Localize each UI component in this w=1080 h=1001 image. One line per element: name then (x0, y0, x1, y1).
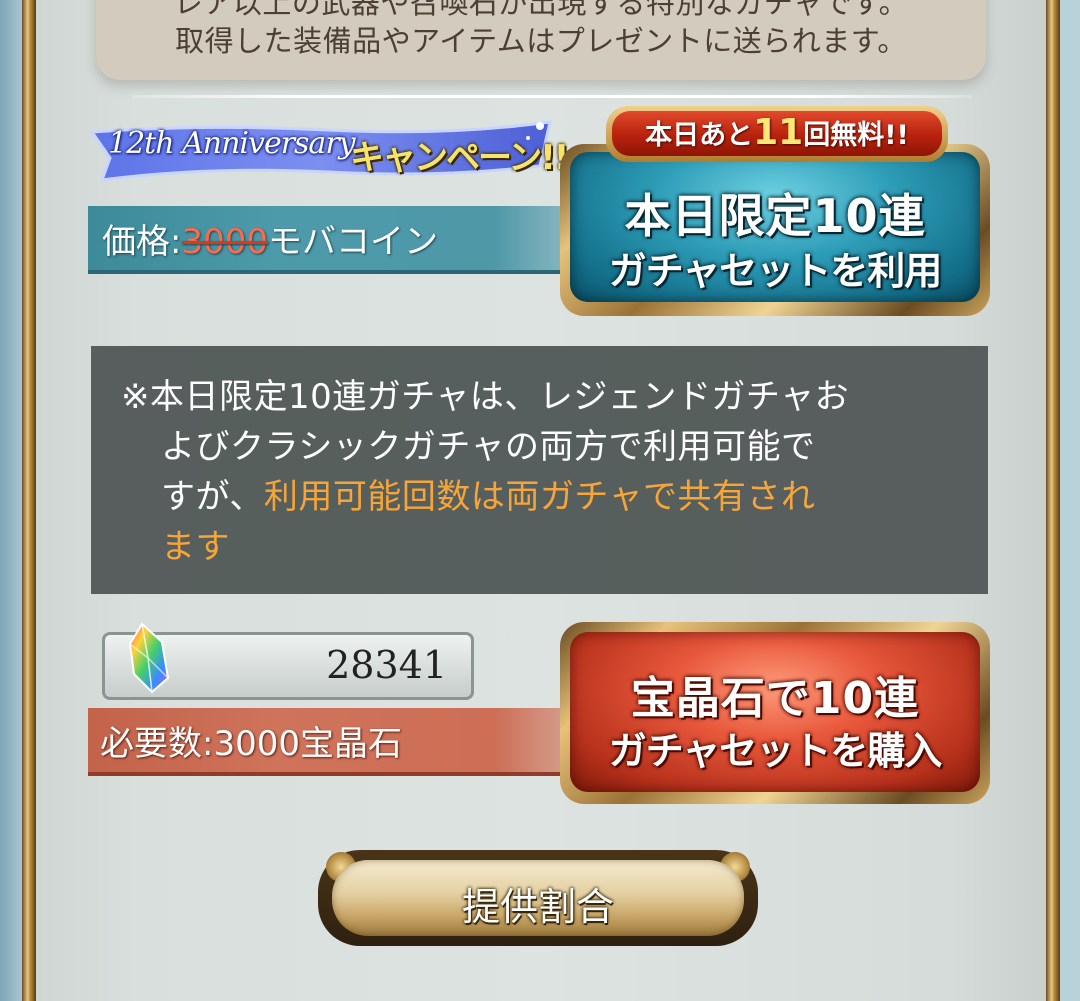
daily-button-line-1: 本日限定10連 (624, 189, 926, 243)
drop-rates-label: 提供割合 (461, 885, 614, 929)
notice-text: ※本日限定10連ガチャは、レジェンドガチャお よびクラシックガチャの両方で利用可… (121, 372, 961, 572)
free-badge-text: 本日あと11回無料!! (612, 111, 942, 156)
gacha-description-box: レア以上の武器や召喚石が出現する特別なガチャです。 取得した装備品やアイテムはプ… (96, 0, 986, 80)
price-prefix: 価格: (102, 222, 182, 262)
crystal-gem-icon (128, 622, 170, 694)
daily-10-draw-button[interactable]: 本日限定10連 ガチャセットを利用 (570, 152, 980, 302)
purchase-10-draw-button[interactable]: 宝晶石で10連 ガチャセットを購入 (570, 632, 980, 792)
price-original-struck: 3000 (181, 222, 268, 262)
section-divider (132, 95, 972, 98)
notice-line-3-highlight: 利用可能回数は両ガチャで共有され (263, 477, 816, 517)
price-unit: モバコイン (268, 222, 438, 262)
free-remaining-badge: 本日あと11回無料!! (606, 106, 948, 162)
campaign-label: キャンペーン!! (350, 138, 569, 178)
anniversary-label: 12th Anniversary (108, 126, 356, 161)
shared-usage-notice: ※本日限定10連ガチャは、レジェンドガチャお よびクラシックガチャの両方で利用可… (91, 346, 988, 594)
description-line-2: 取得した装備品やアイテムはプレゼントに送られます。 (175, 24, 907, 58)
free-badge-count: 11 (753, 112, 804, 153)
right-frame-border (1046, 0, 1060, 1001)
notice-line-4-highlight: ます (161, 527, 230, 567)
purchase-button-line-1: 宝晶石で10連 (630, 673, 920, 724)
free-badge-prefix: 本日あと (645, 120, 754, 151)
drop-rates-button[interactable]: 提供割合 (332, 860, 744, 936)
gem-count: 28341 (326, 643, 447, 687)
requirement-text: 必要数:3000宝晶石 (100, 724, 402, 764)
price-bar: 価格:3000モバコイン (88, 206, 566, 274)
free-badge-suffix: 回無料!! (803, 120, 909, 151)
price-text: 価格:3000モバコイン (102, 214, 438, 263)
notice-line-3-normal: すが、 (161, 477, 264, 517)
daily-button-line-2: ガチャセットを利用 (608, 249, 943, 293)
notice-line-1: ※本日限定10連ガチャは、レジェンドガチャお (121, 377, 850, 417)
purchase-button-line-2: ガチャセットを購入 (608, 729, 943, 773)
notice-line-2: よびクラシックガチャの両方で利用可能で (161, 427, 816, 467)
notice-line-3: すが、利用可能回数は両ガチャで共有され (121, 472, 961, 522)
requirement-bar: 必要数:3000宝晶石 (88, 708, 566, 776)
anniversary-campaign-banner: 12th Anniversary キャンペーン!! (88, 118, 569, 186)
left-frame-border (22, 0, 36, 1001)
